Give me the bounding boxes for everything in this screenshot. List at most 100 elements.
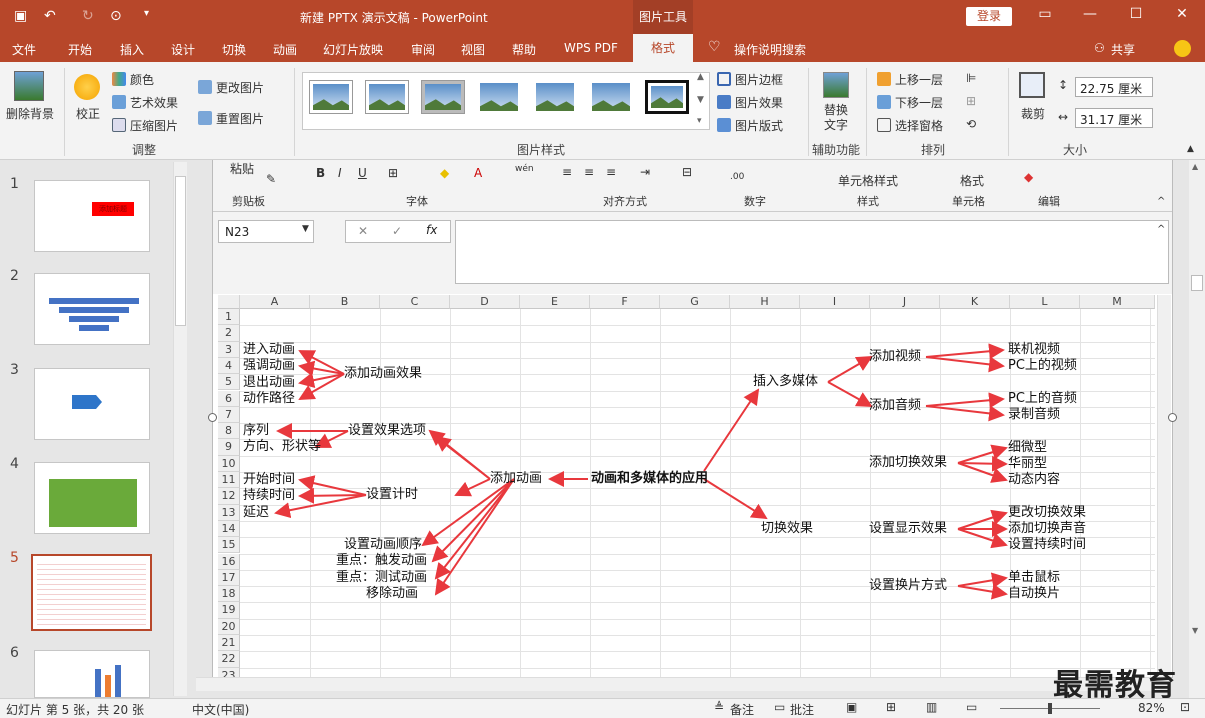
align-left-icon[interactable]: ≡ [562, 165, 572, 179]
gallery-more-icon[interactable]: ▾ [697, 116, 702, 126]
corrections-icon[interactable] [74, 74, 100, 100]
close-icon[interactable]: ✕ [1170, 6, 1194, 22]
bold-icon[interactable]: B [316, 166, 325, 180]
tab-insert[interactable]: 插入 [120, 41, 144, 58]
share-button[interactable]: 共享 [1111, 41, 1135, 58]
merge-icon[interactable]: ⊟ [682, 165, 692, 179]
scroll-thumb[interactable] [175, 176, 186, 326]
collapse-ribbon-icon[interactable]: ▲ [1187, 144, 1194, 154]
reset-picture-button[interactable]: 重置图片 [216, 110, 264, 127]
remove-background-icon[interactable] [14, 71, 44, 101]
alt-text-icon[interactable] [823, 72, 849, 98]
save-icon[interactable]: ▣ [14, 8, 27, 24]
align-right-icon[interactable]: ≡ [606, 165, 616, 179]
format-cells-button[interactable]: 格式 [960, 172, 984, 189]
slide-thumbnail-1[interactable]: 添加标题 [34, 180, 150, 252]
feedback-smiley-icon[interactable] [1174, 40, 1191, 57]
slide-thumbnail-5[interactable] [31, 554, 152, 631]
tab-format[interactable]: 格式 [633, 34, 693, 62]
share-icon[interactable]: ⚇ [1094, 41, 1105, 55]
bring-forward-button[interactable]: 上移一层 [895, 71, 943, 88]
sheet-horizontal-scrollbar[interactable] [196, 677, 1156, 691]
tab-animations[interactable]: 动画 [273, 41, 297, 58]
comments-icon[interactable]: ▭ [774, 700, 785, 714]
fx-icon[interactable]: fx [426, 223, 437, 237]
tab-file[interactable]: 文件 [12, 41, 36, 58]
language-status[interactable]: 中文(中国) [192, 701, 249, 718]
color-button[interactable]: 颜色 [130, 71, 154, 88]
crop-button[interactable]: 裁剪 [1021, 105, 1045, 122]
height-input[interactable]: 22.75 厘米 [1075, 77, 1153, 97]
alt-text-button[interactable]: 替换文字 [824, 103, 850, 133]
slide-thumbnail-2[interactable] [34, 273, 150, 345]
normal-view-icon[interactable]: ▣ [846, 700, 857, 714]
minimize-icon[interactable]: — [1078, 6, 1102, 22]
present-icon[interactable]: ⊙ [110, 8, 122, 24]
notes-button[interactable]: 备注 [730, 701, 754, 718]
indent-icon[interactable]: ⇥ [640, 165, 650, 179]
tab-design[interactable]: 设计 [171, 41, 195, 58]
tab-transitions[interactable]: 切换 [222, 41, 246, 58]
sorter-view-icon[interactable]: ⊞ [886, 700, 896, 714]
underline-icon[interactable]: U [358, 166, 367, 180]
compress-pictures-button[interactable]: 压缩图片 [130, 117, 178, 134]
name-box[interactable]: N23 [218, 220, 314, 243]
tab-help[interactable]: 帮助 [512, 41, 536, 58]
picture-effects-button[interactable]: 图片效果 [735, 94, 783, 111]
font-color-icon[interactable]: A [474, 166, 482, 180]
tab-review[interactable]: 审阅 [411, 41, 435, 58]
worksheet-grid[interactable]: A B C D E F G H I J K L M 1 2 3 4 5 6 7 8 9 10 11 1… [218, 295, 1155, 677]
cancel-icon[interactable]: ✕ [358, 224, 368, 238]
fit-slide-icon[interactable]: ⊡ [1180, 700, 1190, 714]
picture-style-1[interactable] [309, 80, 353, 114]
cell-styles-button[interactable]: 单元格样式 [838, 172, 898, 189]
remove-background-button[interactable]: 删除背景 [6, 105, 54, 122]
change-picture-button[interactable]: 更改图片 [216, 79, 264, 96]
picture-layout-button[interactable]: 图片版式 [735, 117, 783, 134]
picture-style-5[interactable] [533, 80, 577, 114]
slide-vertical-scrollbar[interactable]: ▲ ▼ [1189, 160, 1205, 698]
expand-formula-icon[interactable]: ^ [1157, 224, 1165, 235]
crop-icon[interactable] [1019, 72, 1045, 98]
tab-home[interactable]: 开始 [68, 41, 92, 58]
picture-border-button[interactable]: 图片边框 [735, 71, 783, 88]
send-backward-button[interactable]: 下移一层 [895, 94, 943, 111]
artistic-effects-button[interactable]: 艺术效果 [130, 94, 178, 111]
slide-thumbnail-6[interactable] [34, 650, 150, 698]
borders-icon[interactable]: ⊞ [388, 166, 398, 180]
slideshow-view-icon[interactable]: ▭ [966, 700, 977, 714]
gallery-up-icon[interactable]: ▲ [697, 72, 704, 82]
picture-style-4[interactable] [477, 80, 521, 114]
picture-style-7[interactable] [645, 80, 689, 114]
zoom-slider-thumb[interactable] [1048, 703, 1052, 714]
sheet-vertical-scrollbar[interactable] [1157, 295, 1171, 677]
formula-bar-input[interactable] [455, 220, 1169, 284]
group-icon[interactable]: ⊞ [966, 94, 976, 108]
align-center-icon[interactable]: ≡ [584, 165, 594, 179]
corrections-button[interactable]: 校正 [76, 105, 100, 122]
rotate-icon[interactable]: ⟲ [966, 117, 976, 131]
reading-view-icon[interactable]: ▥ [926, 700, 937, 714]
scroll-up-icon[interactable]: ▲ [1192, 162, 1198, 171]
picture-style-2[interactable] [365, 80, 409, 114]
scroll-down-icon[interactable]: ▼ [1192, 626, 1198, 635]
italic-icon[interactable]: I [338, 166, 342, 180]
comments-button[interactable]: 批注 [790, 701, 814, 718]
resize-handle-left[interactable] [208, 413, 217, 422]
tab-slideshow[interactable]: 幻灯片放映 [323, 41, 383, 58]
decimal-icon[interactable]: .00 [730, 172, 744, 182]
tab-view[interactable]: 视图 [461, 41, 485, 58]
picture-style-3[interactable] [421, 80, 465, 114]
clear-icon[interactable]: ◆ [1024, 170, 1033, 184]
collapse-excel-ribbon-icon[interactable]: ^ [1157, 196, 1165, 207]
slide-thumbnail-4[interactable] [34, 462, 150, 534]
namebox-dropdown-icon[interactable]: ▼ [302, 224, 309, 234]
customize-qat-icon[interactable]: ▾ [144, 8, 149, 19]
tell-me-search[interactable]: 操作说明搜索 [734, 41, 806, 58]
slide-thumbnail-3[interactable] [34, 368, 150, 440]
enter-icon[interactable]: ✓ [392, 224, 402, 238]
redo-icon[interactable]: ↻ [82, 8, 94, 24]
align-icon[interactable]: ⊫ [966, 71, 976, 85]
picture-style-6[interactable] [589, 80, 633, 114]
format-painter-icon[interactable]: ✎ [266, 172, 276, 186]
